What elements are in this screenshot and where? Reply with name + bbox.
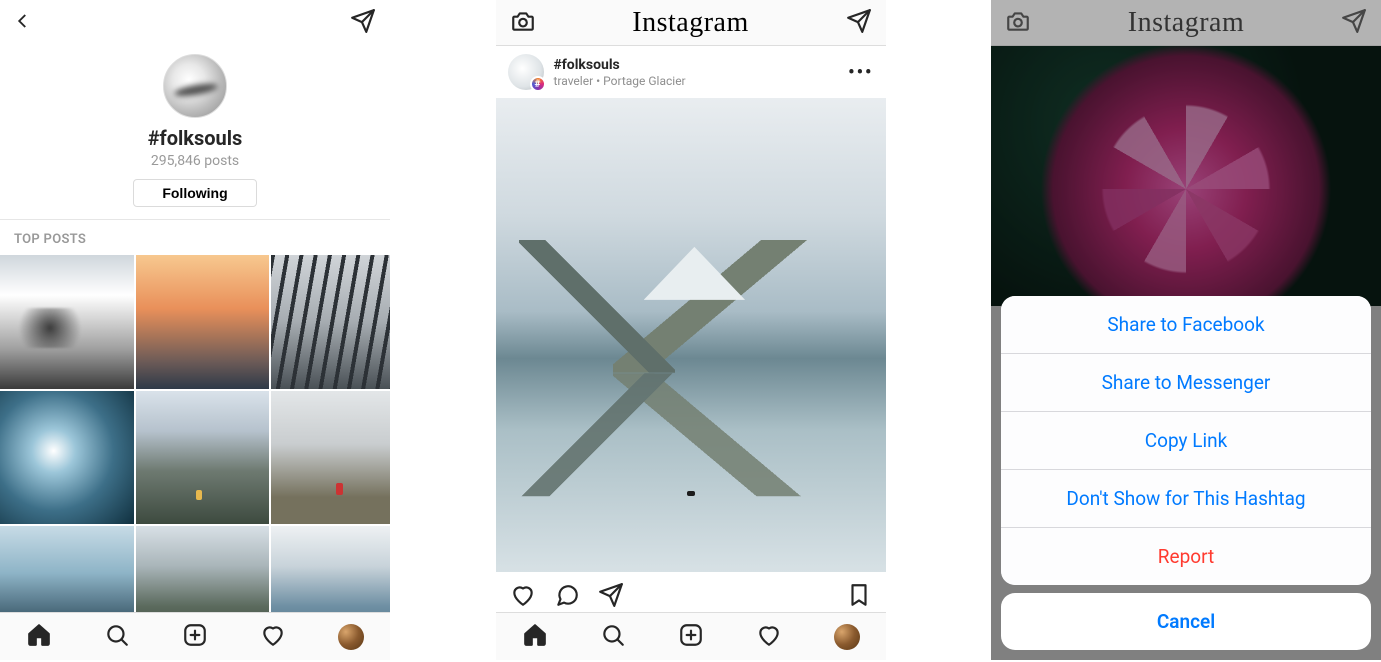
tab-home[interactable] — [26, 622, 52, 652]
tab-activity[interactable] — [756, 622, 782, 652]
action-sheet: Share to Facebook Share to Messenger Cop… — [1001, 296, 1371, 650]
send-button[interactable] — [598, 582, 624, 612]
following-button[interactable]: Following — [133, 179, 256, 207]
sheet-share-messenger[interactable]: Share to Messenger — [1001, 354, 1371, 412]
screen-action-sheet: Instagram # #folksouls mottpe ••• Share … — [991, 0, 1381, 660]
sheet-report[interactable]: Report — [1001, 528, 1371, 585]
hashtag-header: #folksouls 295,846 posts Following — [0, 46, 390, 220]
camera-icon — [1005, 8, 1031, 38]
comment-button[interactable] — [554, 582, 580, 612]
tab-home[interactable] — [522, 622, 548, 652]
screen-feed-post: Instagram # #folksouls traveler • Portag… — [496, 0, 886, 660]
app-logo: Instagram — [1128, 7, 1244, 39]
grid-thumbnail[interactable] — [0, 255, 134, 389]
sheet-copy-link[interactable]: Copy Link — [1001, 412, 1371, 470]
tab-new-post[interactable] — [678, 622, 704, 652]
tab-bar — [0, 612, 390, 660]
share-icon — [1341, 8, 1367, 38]
topbar: Instagram — [991, 0, 1381, 46]
topbar — [0, 0, 390, 46]
tab-bar — [496, 612, 886, 660]
share-icon[interactable] — [846, 8, 872, 38]
post-image[interactable] — [496, 98, 886, 572]
grid-thumbnail[interactable] — [136, 391, 270, 525]
tab-new-post[interactable] — [182, 622, 208, 652]
sheet-dont-show[interactable]: Don't Show for This Hashtag — [1001, 470, 1371, 528]
camera-icon[interactable] — [510, 8, 536, 38]
screen-hashtag-profile: #folksouls 295,846 posts Following TOP P… — [0, 0, 390, 660]
tab-search[interactable] — [600, 622, 626, 652]
app-logo: Instagram — [632, 7, 748, 39]
grid-thumbnail[interactable] — [271, 255, 390, 389]
post-grid — [0, 255, 390, 660]
tab-activity[interactable] — [260, 622, 286, 652]
tab-profile[interactable] — [834, 624, 860, 650]
sheet-share-facebook[interactable]: Share to Facebook — [1001, 296, 1371, 354]
tab-profile[interactable] — [338, 624, 364, 650]
post-header: # #folksouls traveler • Portage Glacier … — [496, 46, 886, 98]
post-more-button[interactable]: ••• — [848, 62, 873, 83]
share-icon[interactable] — [350, 8, 376, 38]
grid-thumbnail[interactable] — [136, 255, 270, 389]
post-image — [991, 46, 1381, 306]
post-avatar[interactable]: # — [508, 54, 544, 90]
hashtag-avatar — [163, 54, 227, 118]
action-sheet-group: Share to Facebook Share to Messenger Cop… — [1001, 296, 1371, 585]
post-action-bar — [496, 572, 886, 612]
section-top-posts: TOP POSTS — [0, 220, 390, 255]
back-button[interactable] — [14, 12, 32, 34]
post-count: 295,846 posts — [151, 153, 239, 169]
topbar: Instagram — [496, 0, 886, 46]
grid-thumbnail[interactable] — [0, 391, 134, 525]
tab-search[interactable] — [104, 622, 130, 652]
hashtag-title: #folksouls — [148, 126, 243, 150]
post-subtitle[interactable]: traveler • Portage Glacier — [554, 74, 686, 88]
like-button[interactable] — [510, 582, 536, 612]
bookmark-button[interactable] — [846, 582, 872, 612]
sheet-cancel[interactable]: Cancel — [1001, 593, 1371, 650]
grid-thumbnail[interactable] — [271, 391, 390, 525]
post-hashtag-name[interactable]: #folksouls — [554, 57, 686, 73]
hashtag-badge-icon: # — [530, 76, 546, 92]
